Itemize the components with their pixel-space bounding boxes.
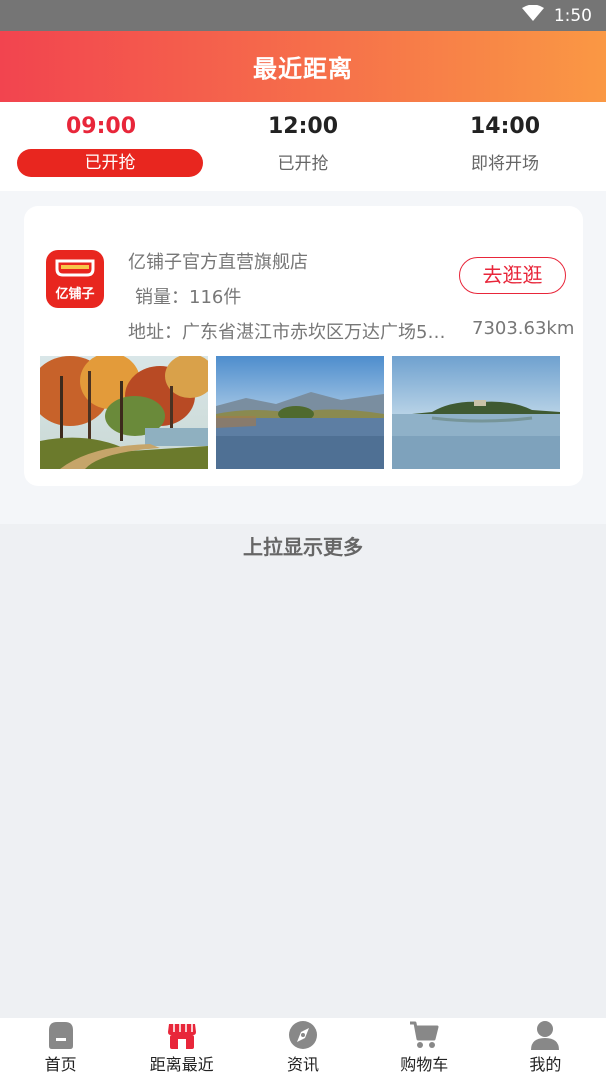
nav-label: 购物车	[400, 1055, 449, 1074]
nav-label: 距离最近	[149, 1055, 214, 1074]
time-tabs: 09:00 已开抢 12:00 已开抢 14:00 即将开场	[0, 102, 606, 191]
tab-1400[interactable]: 14:00 即将开场	[404, 102, 606, 191]
cart-icon	[410, 1021, 439, 1048]
shop-address: 地址：广东省湛江市赤坎区万达广场5栋...	[128, 322, 462, 343]
tab-state-pill: 已开抢	[17, 149, 203, 177]
tab-time: 09:00	[65, 114, 137, 139]
lake-mountain-photo[interactable]	[216, 356, 384, 469]
shop-card[interactable]: 亿铺子 亿铺子官方直营旗舰店 销量：116件 地址：广东省湛江市赤坎区万达广场5…	[24, 206, 583, 486]
autumn-forest-photo[interactable]	[40, 356, 208, 469]
tab-state: 已开抢	[277, 154, 329, 174]
nav-cart[interactable]: 购物车	[364, 1018, 485, 1080]
tab-0900[interactable]: 09:00 已开抢	[0, 102, 203, 191]
wifi-icon	[521, 4, 544, 26]
user-icon	[531, 1021, 560, 1050]
shop-name: 亿铺子官方直营旗舰店	[128, 252, 308, 273]
nav-nearest[interactable]: 距离最近	[121, 1018, 242, 1080]
shop-logo: 亿铺子	[46, 250, 104, 308]
awning-icon	[55, 259, 95, 277]
tab-time: 12:00	[267, 114, 339, 139]
bottom-nav: 首页 距离最近 资讯 购物车 我的	[0, 1018, 606, 1080]
nav-mine[interactable]: 我的	[485, 1018, 606, 1080]
nav-label: 资讯	[287, 1055, 320, 1074]
visit-shop-button[interactable]: 去逛逛	[459, 257, 566, 294]
tab-1200[interactable]: 12:00 已开抢	[202, 102, 404, 191]
lake-island-photo[interactable]	[392, 356, 560, 469]
logo-text: 亿铺子	[55, 287, 95, 302]
shop-icon	[167, 1024, 196, 1049]
status-bar: 1:50	[0, 0, 606, 31]
nav-label: 我的	[529, 1055, 562, 1074]
page-title: 最近距离	[253, 55, 353, 83]
tab-state: 即将开场	[471, 154, 539, 174]
shop-sales: 销量：116件	[135, 287, 242, 308]
shop-distance: 7303.63km	[472, 318, 575, 339]
shop-list: 亿铺子 亿铺子官方直营旗舰店 销量：116件 地址：广东省湛江市赤坎区万达广场5…	[0, 191, 606, 524]
load-more-hint: 上拉显示更多	[243, 535, 363, 559]
tab-time: 14:00	[469, 114, 541, 139]
compass-icon	[289, 1021, 317, 1049]
app-header: 最近距离	[0, 31, 606, 102]
nav-label: 首页	[44, 1055, 77, 1074]
status-time: 1:50	[553, 5, 592, 26]
nav-news[interactable]: 资讯	[242, 1018, 363, 1080]
nav-home[interactable]: 首页	[0, 1018, 121, 1080]
home-icon	[48, 1022, 73, 1049]
